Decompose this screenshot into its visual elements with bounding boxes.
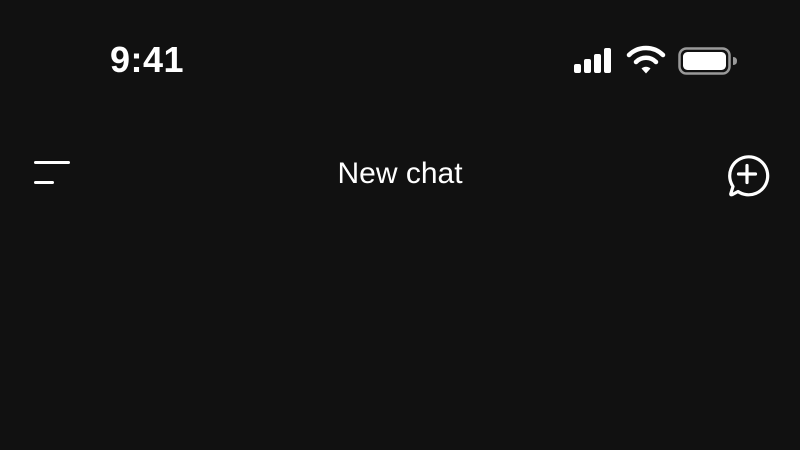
chat-area bbox=[0, 210, 800, 450]
status-icons bbox=[572, 44, 740, 76]
status-time: 9:41 bbox=[110, 39, 185, 80]
status-bar: 9:41 bbox=[0, 0, 800, 120]
nav-bar: New chat bbox=[0, 140, 800, 210]
page-title: New chat bbox=[337, 157, 463, 190]
battery-icon bbox=[678, 47, 738, 75]
signal-icon bbox=[572, 44, 616, 76]
app-screen: 9:41 New chat bbox=[0, 0, 800, 450]
new-chat-icon bbox=[728, 155, 770, 197]
wifi-icon bbox=[626, 44, 666, 76]
menu-button[interactable] bbox=[28, 154, 76, 194]
new-chat-button[interactable] bbox=[722, 150, 772, 200]
